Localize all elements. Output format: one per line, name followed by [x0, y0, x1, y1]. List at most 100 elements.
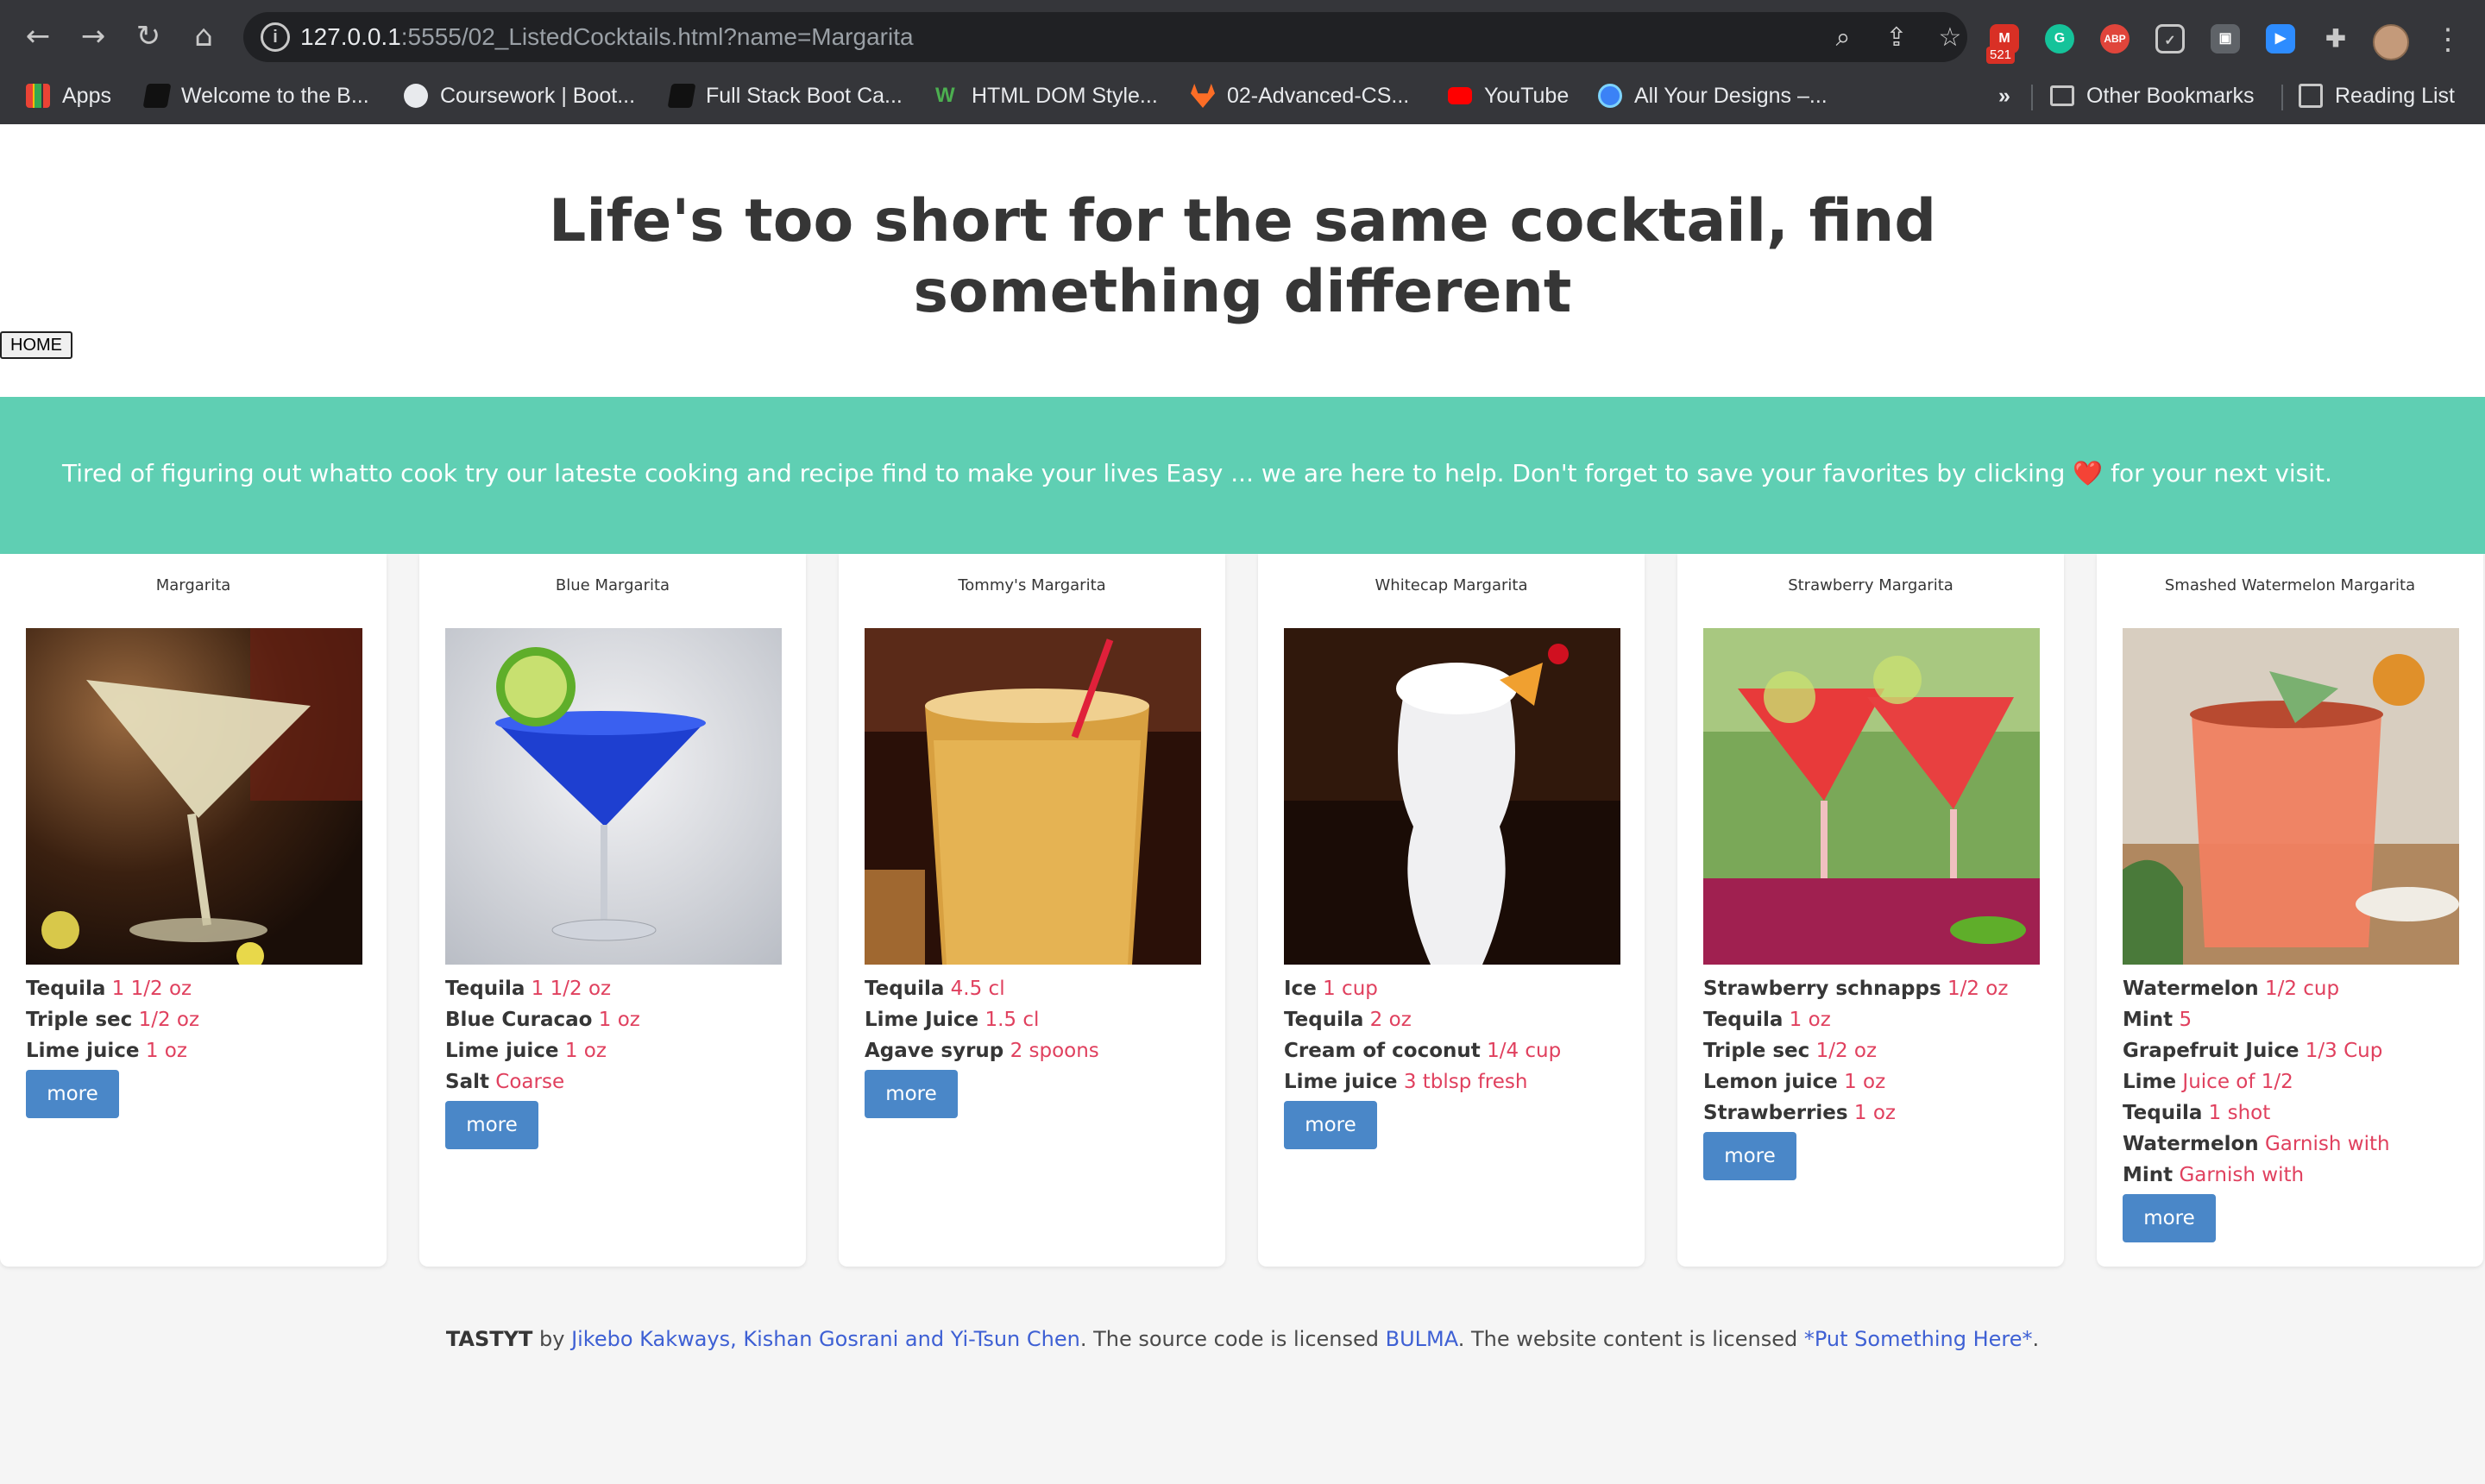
ingredient: Lime Juice 1.5 cl [865, 1009, 1040, 1031]
card-title: Blue Margarita [555, 576, 670, 594]
license-link[interactable]: BULMA [1386, 1327, 1458, 1351]
page-title: Life's too short for the same cocktail, … [548, 187, 1937, 326]
heart-icon[interactable]: ❤️ [2073, 459, 2103, 487]
bookmark-apps[interactable]: Apps [26, 81, 111, 110]
bookmarks-overflow[interactable]: » [1998, 81, 2010, 110]
reading-list[interactable]: Reading List [2299, 81, 2455, 110]
ingredient: Lemon juice 1 oz [1703, 1071, 1886, 1093]
browser-chrome: ← → ↻ ⌂ i 127.0.0.1:5555/02_ListedCockta… [0, 0, 2485, 124]
book-icon [667, 84, 696, 108]
more-button[interactable]: more [865, 1070, 958, 1118]
globe-icon [404, 84, 428, 108]
ingredient: Tequila 1 1/2 oz [445, 978, 612, 1000]
apps-grid-icon [26, 84, 50, 108]
reading-list-icon [2299, 84, 2323, 108]
watermelon-margarita-photo [2123, 628, 2459, 965]
home-icon[interactable]: ⌂ [185, 17, 223, 55]
ingredient: Strawberry schnapps 1/2 oz [1703, 978, 2009, 1000]
cocktail-card: Tommy's Margarita Tequila 4.5 cl Lime Ju… [839, 554, 1225, 1267]
more-button[interactable]: more [1284, 1101, 1377, 1149]
content-license-link[interactable]: *Put Something Here* [1804, 1327, 2033, 1351]
footer: TASTYT by Jikebo Kakways, Kishan Gosrani… [445, 1327, 2040, 1351]
other-bookmarks[interactable]: Other Bookmarks [2050, 81, 2255, 110]
page: Life's too short for the same cocktail, … [0, 124, 2485, 1484]
canva-icon [1598, 84, 1622, 108]
book-icon [142, 84, 172, 108]
bookmark-youtube[interactable]: YouTube [1448, 81, 1569, 110]
more-button[interactable]: more [2123, 1194, 2216, 1242]
cocktail-card: Smashed Watermelon Margarita Watermelon … [2097, 554, 2483, 1267]
ingredient: Tequila 1 shot [2123, 1102, 2271, 1124]
card-title: Margarita [155, 576, 231, 594]
zoom-search-icon[interactable]: ⌕ [1826, 21, 1860, 55]
bookmark-gitlab[interactable]: 02-Advanced-CS... [1191, 81, 1409, 110]
ingredient-list: Strawberry schnapps 1/2 oz Tequila 1 oz … [1703, 973, 2057, 1180]
bookmark-welcome[interactable]: Welcome to the B... [142, 81, 369, 110]
home-button[interactable]: HOME [0, 331, 72, 359]
grammarly-extension-icon[interactable]: G [2045, 24, 2074, 53]
more-button[interactable]: more [1703, 1132, 1796, 1180]
ingredient: Cream of coconut 1/4 cup [1284, 1040, 1562, 1062]
bookmark-star-icon[interactable]: ☆ [1933, 21, 1967, 55]
ingredient: Ice 1 cup [1284, 978, 1378, 1000]
ingredient-list: Tequila 1 1/2 oz Triple sec 1/2 oz Lime … [26, 973, 380, 1118]
card-title: Smashed Watermelon Margarita [2164, 576, 2416, 594]
card-title: Strawberry Margarita [1788, 576, 1953, 594]
pocket-extension-icon[interactable]: ✓ [2155, 24, 2185, 53]
info-banner: Tired of figuring out whatto cook try ou… [0, 397, 2485, 554]
more-button[interactable]: more [26, 1070, 119, 1118]
bookmark-fullstack[interactable]: Full Stack Boot Ca... [667, 81, 903, 110]
adblock-extension-icon[interactable]: ABP [2100, 24, 2130, 53]
cocktail-card: Margarita Tequila 1 1/2 oz Triple sec 1/… [0, 554, 387, 1267]
bookmark-canva[interactable]: All Your Designs –... [1598, 81, 1828, 110]
ingredient: Agave syrup 2 spoons [865, 1040, 1099, 1062]
authors-link[interactable]: Jikebo Kakways, Kishan Gosrani and Yi-Ts… [571, 1327, 1080, 1351]
ingredient: Blue Curacao 1 oz [445, 1009, 640, 1031]
reload-icon[interactable]: ↻ [129, 17, 167, 55]
extension-icon[interactable]: ▣ [2211, 24, 2240, 53]
ingredient: Lime juice 1 oz [445, 1040, 607, 1062]
ingredient-list: Tequila 1 1/2 oz Blue Curacao 1 oz Lime … [445, 973, 799, 1149]
url-text[interactable]: 127.0.0.1:5555/02_ListedCocktails.html?n… [300, 23, 914, 51]
profile-avatar[interactable] [2373, 24, 2409, 60]
youtube-icon [1448, 87, 1472, 104]
cocktail-card: Strawberry Margarita Strawberry schnapps… [1677, 554, 2064, 1267]
blue-margarita-photo [445, 628, 782, 965]
ingredient-list: Tequila 4.5 cl Lime Juice 1.5 cl Agave s… [865, 973, 1218, 1118]
address-bar[interactable]: i 127.0.0.1:5555/02_ListedCocktails.html… [243, 12, 1967, 62]
ingredient: Tequila 1 oz [1703, 1009, 1831, 1031]
card-title: Whitecap Margarita [1375, 576, 1528, 594]
bookmark-html-dom[interactable]: W HTML DOM Style... [935, 81, 1158, 110]
ingredient: Watermelon 1/2 cup [2123, 978, 2340, 1000]
ingredient: Lime juice 1 oz [26, 1040, 187, 1062]
browser-toolbar: ← → ↻ ⌂ i 127.0.0.1:5555/02_ListedCockta… [0, 5, 2485, 66]
card-title: Tommy's Margarita [958, 576, 1106, 594]
site-info-icon[interactable]: i [261, 22, 290, 52]
ingredient: Triple sec 1/2 oz [1703, 1040, 1878, 1062]
ingredient: Tequila 1 1/2 oz [26, 978, 192, 1000]
cocktail-card: Blue Margarita Tequila 1 1/2 oz Blue Cur… [419, 554, 806, 1267]
browser-menu-icon[interactable]: ⋮ [2433, 21, 2463, 59]
ingredient: Tequila 4.5 cl [865, 978, 1005, 1000]
ingredient-list: Ice 1 cup Tequila 2 oz Cream of coconut … [1284, 973, 1638, 1149]
extensions-puzzle-icon[interactable]: ✚ [2321, 24, 2350, 53]
ingredient: Grapefruit Juice 1/3 Cup [2123, 1040, 2383, 1062]
banner-text: Tired of figuring out whatto cook try ou… [62, 459, 2332, 487]
gmail-badge: 521 [1986, 47, 2016, 64]
w3schools-icon: W [935, 84, 955, 107]
forward-icon[interactable]: → [74, 17, 112, 55]
ingredient: Salt Coarse [445, 1071, 565, 1093]
zoom-extension-icon[interactable]: ▶ [2266, 24, 2295, 53]
gitlab-icon [1191, 84, 1215, 108]
tommys-margarita-photo [865, 628, 1201, 965]
bookmarks-bar: Apps Welcome to the B... Coursework | Bo… [0, 76, 2485, 116]
ingredient: Lime Juice of 1/2 [2123, 1071, 2293, 1093]
more-button[interactable]: more [445, 1101, 538, 1149]
whitecap-margarita-photo [1284, 628, 1620, 965]
cocktail-card: Whitecap Margarita Ice 1 cup Tequila 2 o… [1258, 554, 1645, 1267]
ingredient: Mint Garnish with [2123, 1164, 2305, 1186]
ingredient: Triple sec 1/2 oz [26, 1009, 200, 1031]
bookmark-coursework[interactable]: Coursework | Boot... [404, 81, 635, 110]
share-icon[interactable]: ⇪ [1879, 21, 1914, 55]
back-icon[interactable]: ← [19, 17, 57, 55]
